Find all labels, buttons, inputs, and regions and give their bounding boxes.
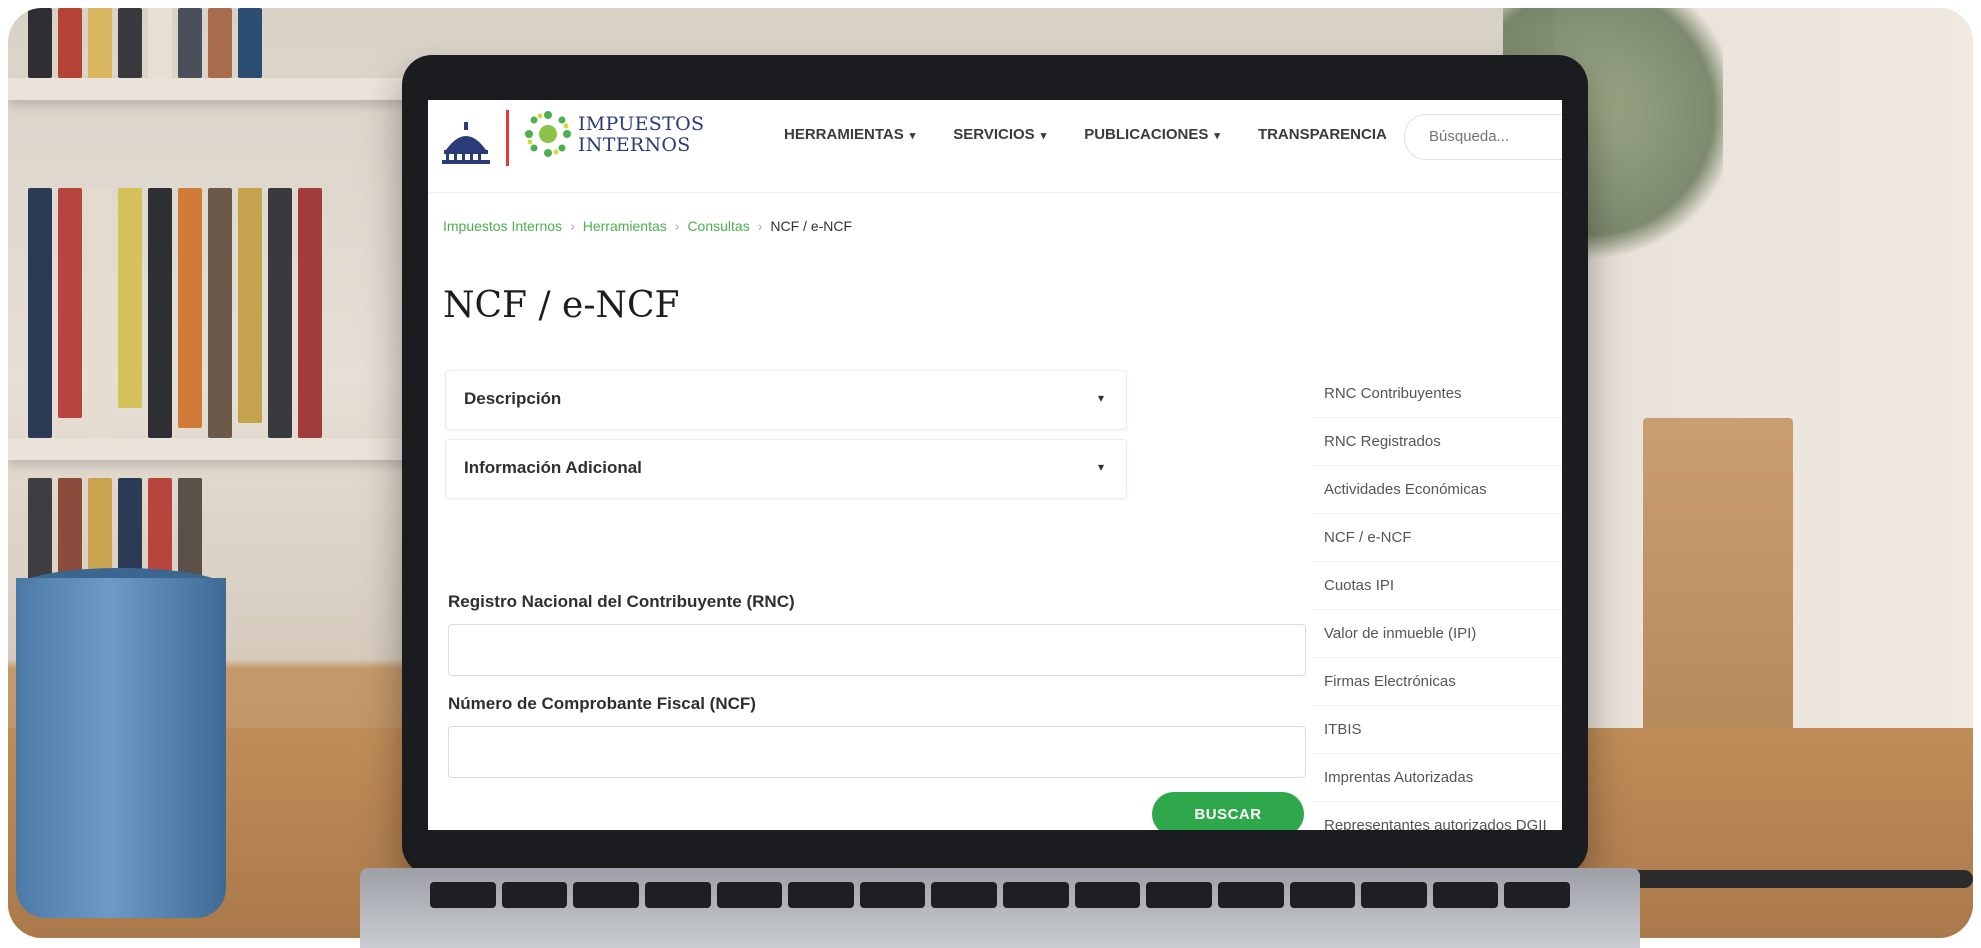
search-box — [1404, 114, 1562, 160]
search-input[interactable] — [1427, 127, 1562, 146]
books-row — [28, 188, 322, 438]
breadcrumb: Impuestos Internos › Herramientas › Consulta… — [443, 218, 852, 234]
logo-line-2: INTERNOS — [578, 134, 691, 156]
sidebar-item-cuotas-ipi[interactable]: Cuotas IPI — [1314, 562, 1562, 610]
accordion-informacion-adicional[interactable]: Información Adicional ▾ — [445, 439, 1127, 499]
logo-divider — [506, 110, 509, 166]
chevron-down-icon: ▾ — [1097, 460, 1104, 474]
ncf-field-wrapper — [448, 726, 1306, 778]
nav-item-herramientas[interactable]: HERRAMIENTAS ▾ — [784, 126, 915, 143]
chevron-down-icon: ▾ — [909, 130, 916, 142]
sidebar-item-actividades-economicas[interactable]: Actividades Económicas — [1314, 466, 1562, 514]
mug — [16, 578, 226, 918]
ncf-label: Número de Comprobante Fiscal (NCF) — [448, 694, 756, 713]
breadcrumb-link[interactable]: Herramientas — [583, 218, 667, 234]
nav-item-label: PUBLICACIONES — [1084, 126, 1209, 143]
page-title: NCF / e-NCF — [443, 285, 680, 326]
accordion-label: Información Adicional — [464, 458, 642, 477]
buscar-button[interactable]: BUSCAR — [1152, 792, 1304, 830]
books-row — [28, 8, 262, 78]
site-header: IMPUESTOS INTERNOS HERRAMIENTAS ▾ SERVICI… — [428, 100, 1562, 193]
stool — [1643, 418, 1793, 738]
dome-logo-icon — [442, 122, 490, 164]
chevron-down-icon: ▾ — [1040, 130, 1047, 142]
rnc-field-wrapper — [448, 624, 1306, 676]
nav-item-label: TRANSPARENCIA — [1257, 126, 1387, 143]
bookshelf — [8, 438, 408, 460]
accordion-descripcion[interactable]: Descripción ▾ — [445, 370, 1127, 430]
sidebar-item-representantes[interactable]: Representantes autorizados DGII — [1314, 802, 1562, 830]
sidebar-item-rnc-registrados[interactable]: RNC Registrados — [1314, 418, 1562, 466]
breadcrumb-link[interactable]: Impuestos Internos — [443, 218, 562, 234]
consultas-sidebar: RNC Contribuyentes RNC Registrados Activ… — [1314, 370, 1562, 830]
nav-item-publicaciones[interactable]: PUBLICACIONES ▾ — [1084, 126, 1220, 143]
nav-item-label: SERVICIOS — [953, 126, 1035, 143]
rnc-input[interactable] — [449, 625, 1305, 675]
accordion-label: Descripción — [464, 389, 562, 408]
sidebar-item-rnc-contribuyentes[interactable]: RNC Contribuyentes — [1314, 370, 1562, 418]
bookshelf — [8, 78, 408, 100]
sidebar-item-firmas-electronicas[interactable]: Firmas Electrónicas — [1314, 658, 1562, 706]
logo-line-1: IMPUESTOS — [578, 113, 705, 135]
sidebar-item-valor-inmueble[interactable]: Valor de inmueble (IPI) — [1314, 610, 1562, 658]
sidebar-item-ncf[interactable]: NCF / e-NCF — [1314, 514, 1562, 562]
sun-logo-icon — [525, 111, 571, 157]
breadcrumb-separator-icon: › — [674, 218, 680, 234]
ncf-input[interactable] — [449, 727, 1305, 777]
breadcrumb-separator-icon: › — [757, 218, 763, 234]
nav-item-transparencia[interactable]: TRANSPARENCIA — [1258, 126, 1387, 143]
breadcrumb-link[interactable]: Consultas — [687, 218, 749, 234]
chevron-down-icon: ▾ — [1214, 130, 1220, 142]
keyboard-keys — [430, 882, 1570, 942]
breadcrumb-current: NCF / e-NCF — [770, 218, 853, 234]
rnc-label: Registro Nacional del Contribuyente (RNC… — [448, 592, 795, 611]
site-logo-text[interactable]: IMPUESTOS INTERNOS — [578, 114, 704, 156]
sidebar-item-imprentas-autorizadas[interactable]: Imprentas Autorizadas — [1314, 754, 1562, 802]
breadcrumb-separator-icon: › — [570, 218, 575, 234]
cable — [1613, 870, 1973, 888]
main-nav: HERRAMIENTAS ▾ SERVICIOS ▾ PUBLICACIONES ▾ … — [784, 126, 1387, 143]
nav-item-label: HERRAMIENTAS — [784, 126, 904, 143]
laptop-screen: IMPUESTOS INTERNOS HERRAMIENTAS ▾ SERVICI… — [428, 100, 1562, 830]
sidebar-item-itbis[interactable]: ITBIS — [1314, 706, 1562, 754]
nav-item-servicios[interactable]: SERVICIOS ▾ — [953, 126, 1046, 143]
chevron-down-icon: ▾ — [1097, 391, 1104, 405]
